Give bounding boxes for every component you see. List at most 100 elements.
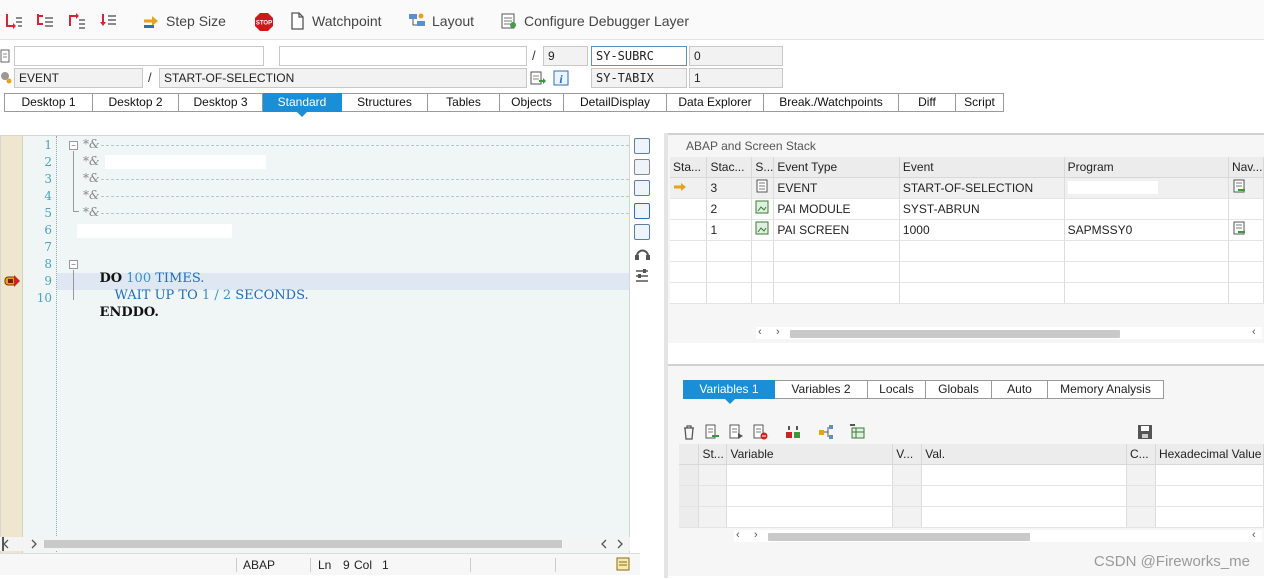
stack-horizontal-scrollbar[interactable]: ‹ › ‹ xyxy=(756,326,1262,339)
delete-icon[interactable] xyxy=(681,424,697,440)
scroll-thumb[interactable] xyxy=(44,540,562,548)
layout-button[interactable]: Layout xyxy=(408,11,474,31)
settings-tool-icon[interactable] xyxy=(634,267,651,284)
export-variables-icon[interactable] xyxy=(728,424,744,440)
tab-globals[interactable]: Globals xyxy=(926,380,992,399)
fold-toggle[interactable]: − xyxy=(69,260,78,269)
return-icon[interactable] xyxy=(67,12,87,30)
table-row[interactable] xyxy=(679,485,1264,507)
line-number-field[interactable]: 9 xyxy=(543,46,588,66)
remove-variable-icon[interactable] xyxy=(752,424,768,440)
scroll-right-icon[interactable] xyxy=(30,539,38,549)
column-header[interactable]: Program xyxy=(1064,157,1229,178)
variables-table[interactable]: St... Variable V... Val. C... Hexadecima… xyxy=(679,444,1264,528)
layout-icon xyxy=(409,13,425,26)
copy-tool-icon[interactable] xyxy=(634,180,650,196)
fold-toggle[interactable]: − xyxy=(69,141,78,150)
column-header[interactable]: C... xyxy=(1126,444,1156,465)
continue-icon[interactable] xyxy=(98,12,118,30)
step-into-icon[interactable] xyxy=(4,12,24,30)
column-header[interactable]: Nav... xyxy=(1228,157,1264,178)
tab-variables-1[interactable]: Variables 1 xyxy=(683,380,775,399)
tab-structures[interactable]: Structures xyxy=(342,93,428,112)
sy-subrc-field[interactable]: SY-SUBRC xyxy=(591,46,687,66)
scroll-right-icon[interactable] xyxy=(616,539,624,549)
table-row[interactable]: 3 EVENT START-OF-SELECTION xyxy=(670,177,1264,199)
column-header[interactable]: S... xyxy=(751,157,775,178)
status-document-icon[interactable] xyxy=(616,557,630,571)
program-name-field[interactable] xyxy=(14,46,264,66)
split-variables-icon[interactable] xyxy=(785,424,801,440)
source-editor[interactable]: 1 2 3 4 5 6 7 8 9 10 − − *& *& *& *& *& … xyxy=(0,135,630,555)
tab-break-watchpoints[interactable]: Break./Watchpoints xyxy=(764,93,899,112)
scroll-right-icon[interactable]: › xyxy=(754,529,758,541)
scroll-left-icon[interactable]: ‹ xyxy=(1252,326,1256,338)
navigate-icon[interactable] xyxy=(530,70,546,86)
navigate-source-icon[interactable] xyxy=(1232,179,1246,193)
tab-script[interactable]: Script xyxy=(956,93,1004,112)
stop-icon[interactable]: STOP xyxy=(254,12,274,32)
include-name-field[interactable] xyxy=(279,46,527,66)
column-header[interactable]: Hexadecimal Value xyxy=(1155,444,1264,465)
column-header[interactable]: Val. xyxy=(921,444,1127,465)
column-header[interactable]: Event xyxy=(899,157,1065,178)
column-header[interactable]: Sta... xyxy=(670,157,708,178)
column-header[interactable]: Stac... xyxy=(706,157,753,178)
step-over-icon[interactable] xyxy=(35,12,55,30)
info-icon[interactable]: i xyxy=(553,70,569,86)
tab-desktop-3[interactable]: Desktop 3 xyxy=(179,93,263,112)
tab-desktop-2[interactable]: Desktop 2 xyxy=(93,93,179,112)
tab-memory-analysis[interactable]: Memory Analysis xyxy=(1048,380,1164,399)
column-header[interactable]: Event Type xyxy=(773,157,900,178)
scroll-left-icon[interactable]: ‹ xyxy=(1252,529,1256,541)
tab-tables[interactable]: Tables xyxy=(428,93,500,112)
save-icon[interactable] xyxy=(1137,424,1153,440)
tab-standard[interactable]: Standard xyxy=(263,93,342,112)
column-header[interactable]: Variable xyxy=(726,444,894,465)
configure-icon xyxy=(501,13,516,29)
watchpoint-button[interactable]: Watchpoint xyxy=(288,11,382,31)
branch-variables-icon[interactable] xyxy=(818,424,834,440)
tab-diff[interactable]: Diff xyxy=(899,93,956,112)
configure-debugger-layer-button[interactable]: Configure Debugger Layer xyxy=(500,11,689,31)
step-size-button[interactable]: Step Size xyxy=(142,11,226,31)
variables-horizontal-scrollbar[interactable]: ‹ › ‹ xyxy=(734,529,1262,542)
tab-auto[interactable]: Auto xyxy=(992,380,1048,399)
event-name-field[interactable]: START-OF-SELECTION xyxy=(159,68,527,88)
sy-tabix-value[interactable]: 1 xyxy=(689,68,783,88)
import-variables-icon[interactable] xyxy=(704,424,720,440)
scroll-thumb[interactable] xyxy=(768,533,1030,541)
column-header[interactable]: V... xyxy=(892,444,923,465)
stack-table[interactable]: Sta... Stac... S... Event Type Event Pro… xyxy=(670,157,1264,304)
table-row[interactable]: 2 PAI MODULE SYST-ABRUN xyxy=(670,198,1264,220)
sy-subrc-value[interactable]: 0 xyxy=(689,46,783,66)
operator-divide: / xyxy=(214,288,219,303)
service-tool-icon[interactable] xyxy=(634,246,651,261)
navigate-source-icon[interactable] xyxy=(1232,221,1246,235)
table-row[interactable]: 1 PAI SCREEN 1000 SAPMSSY0 xyxy=(670,219,1264,241)
new-session-icon[interactable] xyxy=(634,159,650,175)
tab-variables-2[interactable]: Variables 2 xyxy=(775,380,868,399)
scroll-left-icon[interactable]: ‹ xyxy=(758,326,762,338)
close-tool-icon[interactable] xyxy=(634,203,650,219)
scroll-right-icon[interactable]: › xyxy=(776,326,780,338)
tab-data-explorer[interactable]: Data Explorer xyxy=(667,93,764,112)
editor-horizontal-scrollbar[interactable] xyxy=(0,537,630,551)
scroll-thumb[interactable] xyxy=(790,330,1120,338)
table-view-icon[interactable] xyxy=(849,424,865,440)
event-type-field[interactable]: EVENT xyxy=(14,68,143,88)
swap-tool-icon[interactable] xyxy=(634,224,650,240)
tab-detail-display[interactable]: DetailDisplay xyxy=(564,93,667,112)
breakpoint-gutter[interactable] xyxy=(1,136,23,554)
scroll-left-icon[interactable] xyxy=(600,539,608,549)
tab-desktop-1[interactable]: Desktop 1 xyxy=(4,93,93,112)
maximize-icon[interactable] xyxy=(634,138,650,154)
table-row[interactable] xyxy=(679,506,1264,528)
table-row[interactable] xyxy=(679,464,1264,486)
tab-objects[interactable]: Objects xyxy=(500,93,564,112)
sy-tabix-field[interactable]: SY-TABIX xyxy=(591,68,687,88)
column-header[interactable]: St... xyxy=(698,444,728,465)
scroll-left-icon[interactable]: ‹ xyxy=(736,529,740,541)
tab-locals[interactable]: Locals xyxy=(868,380,926,399)
nav-cell[interactable] xyxy=(1228,177,1264,199)
